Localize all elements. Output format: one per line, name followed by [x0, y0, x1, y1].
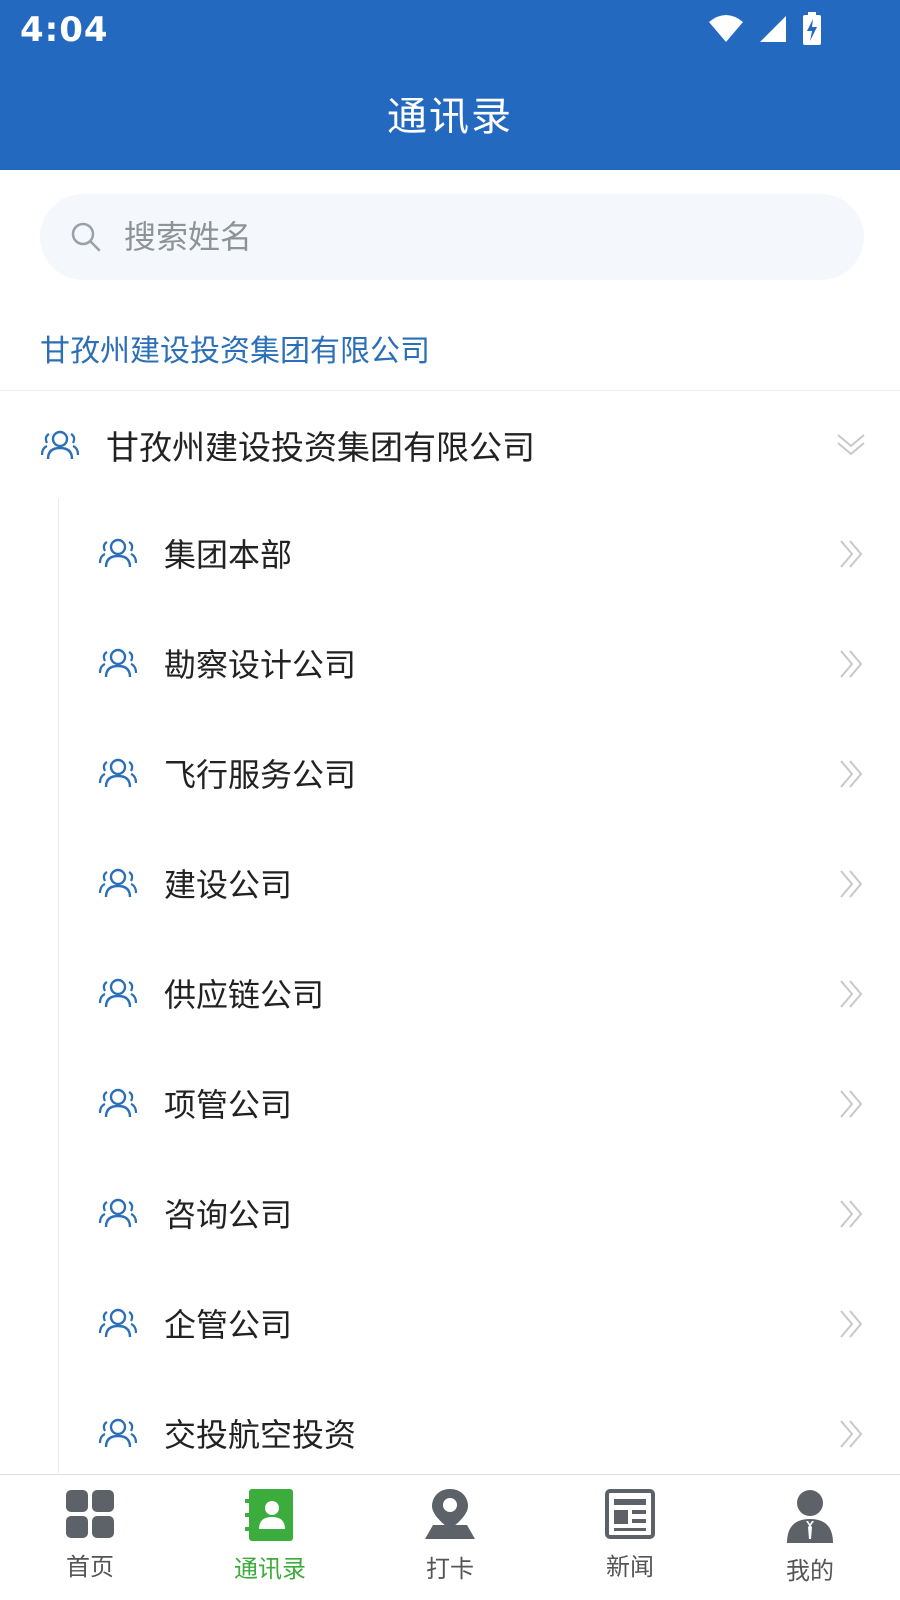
chevron-double-right-icon — [840, 540, 863, 568]
department-label: 集团本部 — [164, 536, 293, 574]
cell-signal-icon — [760, 16, 786, 42]
group-icon — [98, 1198, 138, 1228]
chevron-double-right-icon — [840, 650, 863, 678]
tree-root-label: 甘孜州建设投资集团有限公司 — [106, 428, 535, 467]
group-icon — [98, 648, 138, 678]
department-item[interactable]: 勘察设计公司 — [0, 608, 900, 718]
group-icon — [98, 978, 138, 1008]
department-item[interactable]: 企管公司 — [0, 1268, 900, 1378]
tab-label: 新闻 — [606, 1553, 654, 1581]
app-header: 4:04 通讯录 — [0, 0, 900, 170]
wifi-icon — [709, 15, 743, 42]
department-item[interactable]: 项管公司 — [0, 1048, 900, 1158]
chevron-double-right-icon — [840, 980, 863, 1008]
search-input[interactable] — [124, 218, 764, 256]
tab-contacts[interactable]: 通讯录 — [180, 1475, 360, 1600]
group-icon — [98, 868, 138, 898]
department-label: 供应链公司 — [164, 976, 325, 1014]
tab-check-in[interactable]: 打卡 — [360, 1475, 540, 1600]
breadcrumb[interactable]: 甘孜州建设投资集团有限公司 — [40, 326, 430, 370]
tab-news[interactable]: 新闻 — [540, 1475, 720, 1600]
department-label: 交投航空投资 — [164, 1416, 357, 1454]
tab-label: 我的 — [786, 1557, 834, 1585]
group-icon — [98, 1418, 138, 1448]
department-label: 建设公司 — [164, 866, 293, 904]
chevron-double-right-icon — [840, 760, 863, 788]
location-pin-icon — [425, 1489, 475, 1539]
department-label: 勘察设计公司 — [164, 646, 357, 684]
group-icon — [40, 430, 80, 460]
chevron-double-right-icon — [840, 1310, 863, 1338]
tab-profile[interactable]: 我的 — [720, 1475, 900, 1600]
status-time: 4:04 — [20, 10, 109, 50]
tab-label: 打卡 — [426, 1555, 474, 1583]
department-item[interactable]: 咨询公司 — [0, 1158, 900, 1268]
search-bar[interactable] — [40, 194, 864, 280]
department-label: 咨询公司 — [164, 1196, 293, 1234]
department-item[interactable]: 供应链公司 — [0, 938, 900, 1048]
tab-label: 通讯录 — [234, 1555, 306, 1583]
department-item[interactable]: 建设公司 — [0, 828, 900, 938]
battery-charging-icon — [803, 12, 821, 45]
news-icon — [605, 1489, 655, 1539]
department-label: 飞行服务公司 — [164, 756, 357, 794]
chevron-double-right-icon — [840, 1090, 863, 1118]
bottom-tab-bar: 首页 通讯录 打卡 新闻 我的 — [0, 1474, 900, 1600]
tab-label: 首页 — [66, 1553, 114, 1581]
group-icon — [98, 538, 138, 568]
department-item[interactable]: 飞行服务公司 — [0, 718, 900, 828]
user-icon — [787, 1490, 833, 1543]
status-icons — [708, 12, 822, 46]
chevron-double-right-icon — [840, 1200, 863, 1228]
chevron-double-right-icon — [840, 1420, 863, 1448]
group-icon — [98, 758, 138, 788]
grid-icon — [66, 1490, 114, 1538]
group-icon — [98, 1088, 138, 1118]
page-title: 通讯录 — [387, 94, 513, 140]
department-list: 集团本部 勘察设计公司 飞行服务公司 建设公司 供应链公司 项管公司 咨询公司 … — [0, 498, 900, 1488]
department-item[interactable]: 交投航空投资 — [0, 1378, 900, 1488]
department-label: 项管公司 — [164, 1086, 293, 1124]
chevron-double-right-icon — [840, 870, 863, 898]
department-item[interactable]: 集团本部 — [0, 498, 900, 608]
group-icon — [98, 1308, 138, 1338]
chevron-double-down-icon — [837, 434, 865, 456]
tab-home[interactable]: 首页 — [0, 1475, 180, 1600]
divider — [0, 390, 900, 391]
department-label: 企管公司 — [164, 1306, 293, 1344]
search-icon — [71, 222, 101, 252]
contacts-screen: 4:04 通讯录 甘孜州建设投资集团有限公司 — [0, 0, 900, 1600]
contacts-book-icon — [245, 1489, 293, 1541]
tree-root-item[interactable]: 甘孜州建设投资集团有限公司 — [0, 392, 900, 498]
